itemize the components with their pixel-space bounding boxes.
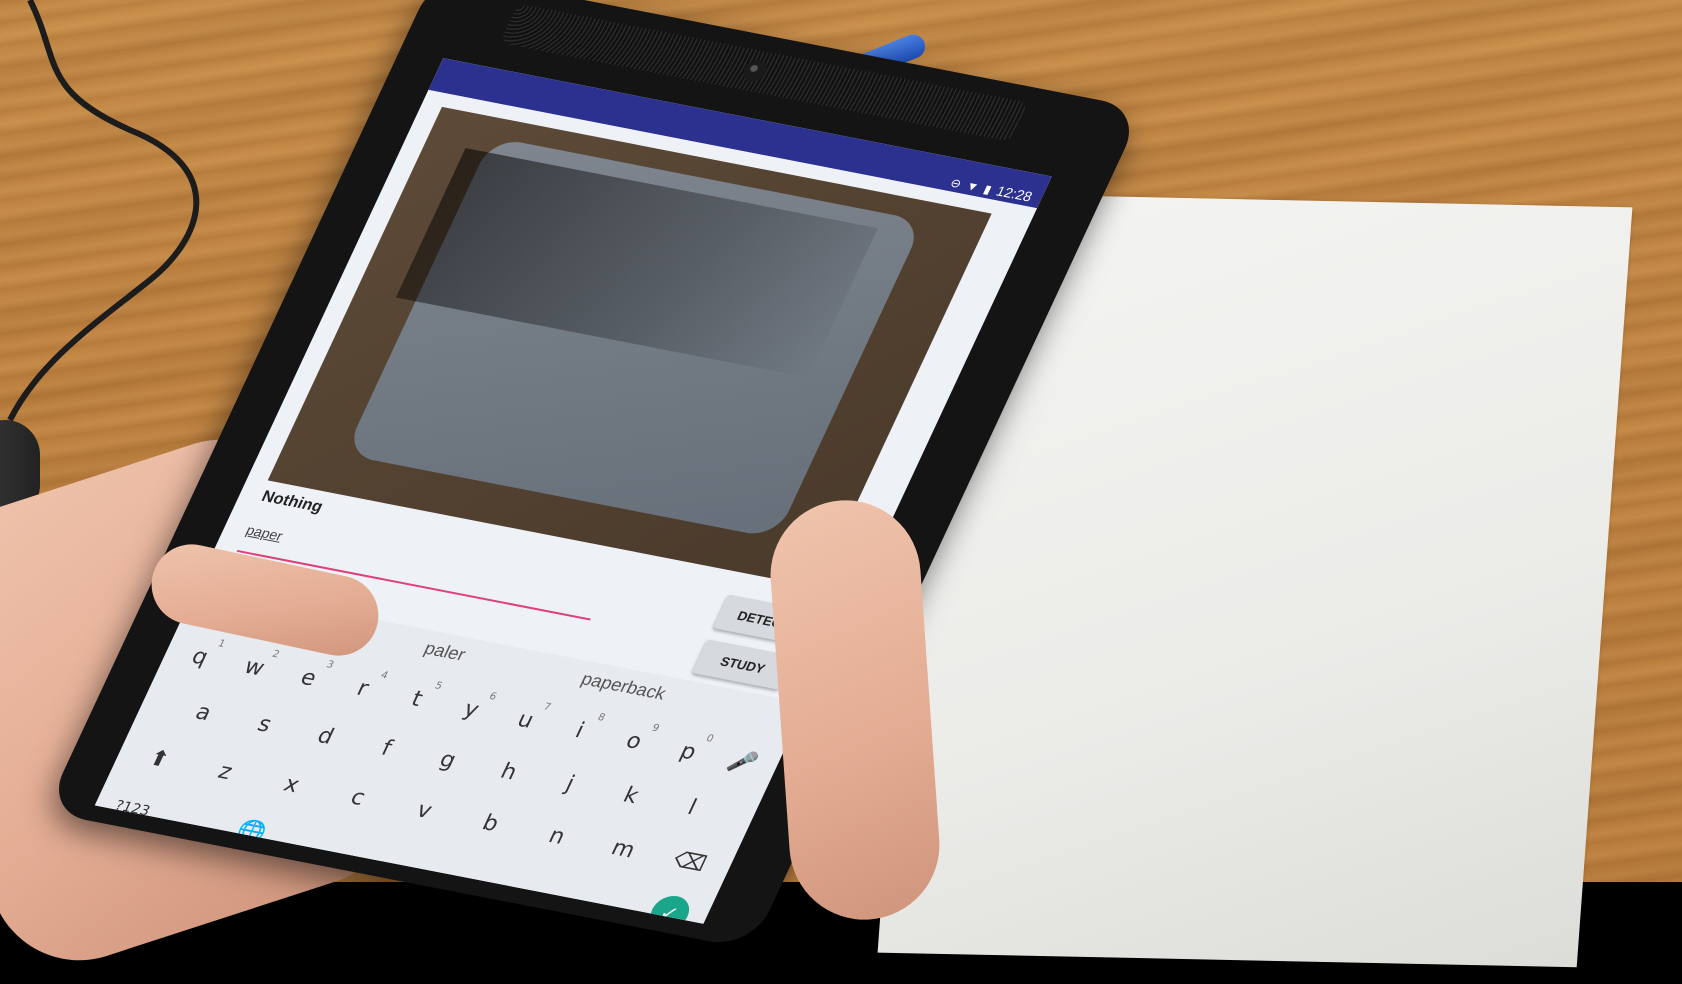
check-icon: ✓: [643, 892, 695, 924]
preview-paper-view: [344, 136, 925, 539]
battery-icon: ▮: [981, 182, 994, 197]
minus-circle-icon: ⊖: [947, 175, 964, 191]
suggestion-paler[interactable]: paler: [421, 638, 469, 665]
right-hand: [765, 495, 945, 925]
suggestion-paperback[interactable]: paperback: [578, 669, 669, 705]
wifi-icon: ▼: [963, 178, 982, 195]
detection-result-label: Nothing: [258, 488, 326, 516]
